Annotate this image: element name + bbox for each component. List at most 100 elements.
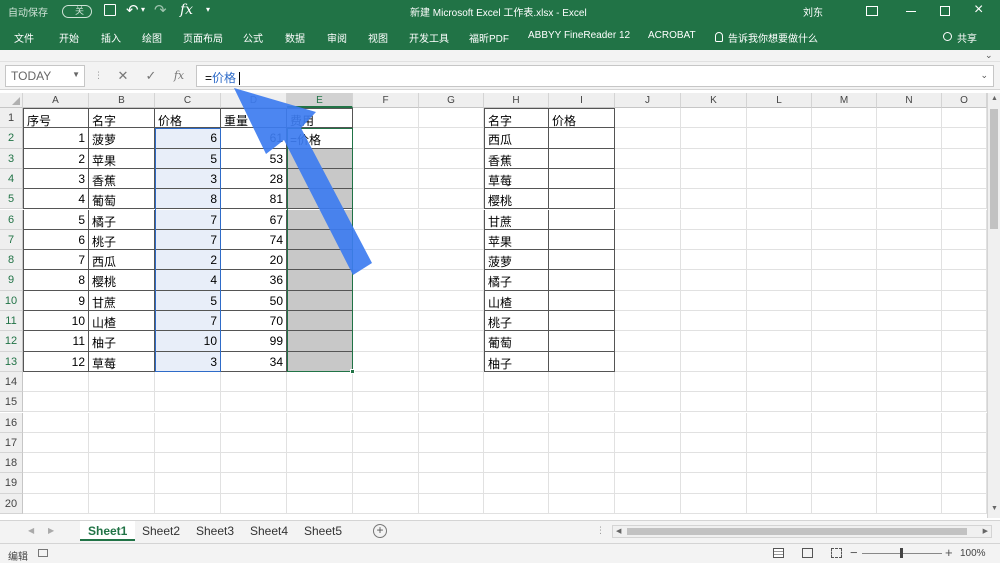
cell[interactable] bbox=[221, 493, 287, 514]
cell[interactable] bbox=[353, 311, 419, 332]
row-header[interactable]: 6 bbox=[0, 209, 23, 230]
cell[interactable] bbox=[681, 392, 747, 413]
cell[interactable]: 36 bbox=[221, 270, 287, 291]
page-break-view-icon[interactable] bbox=[831, 548, 842, 558]
cell[interactable] bbox=[812, 412, 877, 433]
fill-handle[interactable] bbox=[350, 368, 355, 374]
cell[interactable]: 甘蔗 bbox=[484, 209, 549, 230]
zoom-in-icon[interactable]: + bbox=[945, 545, 953, 560]
cell[interactable] bbox=[942, 209, 987, 230]
cell[interactable] bbox=[419, 473, 484, 494]
cell[interactable] bbox=[419, 209, 484, 230]
cell[interactable] bbox=[484, 473, 549, 494]
cell[interactable] bbox=[615, 371, 681, 393]
cell[interactable] bbox=[484, 371, 549, 393]
ribbon-display-icon[interactable] bbox=[866, 6, 878, 16]
cell[interactable] bbox=[942, 189, 987, 210]
share-button[interactable]: 共享 bbox=[957, 30, 977, 45]
close-icon[interactable]: × bbox=[974, 1, 983, 19]
cell[interactable] bbox=[747, 189, 812, 210]
cell[interactable] bbox=[353, 331, 419, 352]
cell[interactable] bbox=[812, 290, 877, 311]
zoom-slider-thumb[interactable] bbox=[900, 548, 903, 558]
cell[interactable] bbox=[681, 331, 747, 352]
cell[interactable] bbox=[221, 412, 287, 433]
cell[interactable]: 香蕉 bbox=[484, 148, 549, 169]
column-header-c[interactable]: C bbox=[155, 93, 221, 108]
cell[interactable] bbox=[681, 432, 747, 454]
cell[interactable] bbox=[812, 392, 877, 413]
next-sheet-icon[interactable]: ▶ bbox=[48, 526, 54, 535]
tab-review[interactable]: 审阅 bbox=[327, 30, 347, 45]
row-header[interactable]: 9 bbox=[0, 270, 23, 291]
cell[interactable] bbox=[221, 392, 287, 413]
cell[interactable] bbox=[877, 250, 942, 271]
scroll-left-icon[interactable]: ◀ bbox=[616, 527, 621, 535]
cell[interactable]: 53 bbox=[221, 148, 287, 169]
cell[interactable] bbox=[942, 108, 987, 129]
cell[interactable] bbox=[747, 412, 812, 433]
cell[interactable] bbox=[681, 148, 747, 169]
row-header[interactable]: 18 bbox=[0, 453, 23, 474]
cell[interactable] bbox=[549, 473, 615, 494]
cell[interactable] bbox=[353, 270, 419, 291]
cell[interactable] bbox=[419, 250, 484, 271]
cell[interactable] bbox=[681, 189, 747, 210]
cell[interactable] bbox=[812, 189, 877, 210]
enter-icon[interactable]: ✓ bbox=[142, 67, 160, 85]
row-header[interactable]: 10 bbox=[0, 290, 23, 311]
expand-formula-icon[interactable]: ⌄ bbox=[980, 70, 988, 81]
cell[interactable] bbox=[681, 168, 747, 190]
cell[interactable] bbox=[353, 108, 419, 129]
cell[interactable] bbox=[89, 493, 155, 514]
cell[interactable] bbox=[812, 493, 877, 514]
cell[interactable] bbox=[812, 229, 877, 251]
cell[interactable]: 67 bbox=[221, 209, 287, 230]
cell[interactable] bbox=[221, 473, 287, 494]
tab-foxit-pdf[interactable]: 福昕PDF bbox=[469, 30, 509, 45]
cell[interactable] bbox=[89, 371, 155, 393]
cell[interactable] bbox=[287, 473, 353, 494]
normal-view-icon[interactable] bbox=[773, 548, 784, 558]
cell[interactable] bbox=[353, 229, 419, 251]
tell-me-search[interactable]: 告诉我你想要做什么 bbox=[728, 30, 818, 45]
cell[interactable] bbox=[549, 168, 615, 190]
cell[interactable] bbox=[747, 290, 812, 311]
cell[interactable]: 桃子 bbox=[484, 311, 549, 332]
user-name[interactable]: 刘东 bbox=[803, 4, 823, 19]
cell[interactable] bbox=[155, 432, 221, 454]
header-cell[interactable]: 价格 bbox=[549, 108, 615, 129]
cell[interactable]: 香蕉 bbox=[89, 168, 155, 190]
cell[interactable] bbox=[419, 108, 484, 129]
cell[interactable] bbox=[353, 128, 419, 149]
vertical-scrollbar[interactable]: ▲ ▼ bbox=[987, 93, 1000, 518]
column-header-g[interactable]: G bbox=[419, 93, 484, 108]
row-header[interactable]: 5 bbox=[0, 189, 23, 210]
sheet-tab-sheet1[interactable]: Sheet1 bbox=[80, 521, 136, 541]
cell[interactable]: 菠萝 bbox=[484, 250, 549, 271]
cell[interactable]: 草莓 bbox=[89, 351, 155, 372]
cell[interactable]: 99 bbox=[221, 331, 287, 352]
row-header[interactable]: 13 bbox=[0, 351, 23, 372]
cell[interactable] bbox=[877, 453, 942, 474]
cell[interactable] bbox=[549, 351, 615, 372]
cell[interactable] bbox=[353, 412, 419, 433]
cell[interactable] bbox=[353, 148, 419, 169]
tab-abbyy[interactable]: ABBYY FineReader 12 bbox=[528, 30, 630, 41]
column-header-k[interactable]: K bbox=[681, 93, 747, 108]
header-cell[interactable]: 重量 bbox=[221, 108, 287, 129]
cell[interactable] bbox=[353, 392, 419, 413]
cell[interactable] bbox=[681, 311, 747, 332]
cell[interactable]: 1 bbox=[23, 128, 89, 149]
cell[interactable] bbox=[877, 168, 942, 190]
cell[interactable] bbox=[615, 108, 681, 129]
cell[interactable] bbox=[549, 128, 615, 149]
tab-page-layout[interactable]: 页面布局 bbox=[183, 30, 223, 45]
expand-ribbon-icon[interactable]: ⌄ bbox=[985, 50, 993, 61]
cell[interactable] bbox=[942, 371, 987, 393]
cell[interactable] bbox=[353, 493, 419, 514]
cell[interactable] bbox=[681, 412, 747, 433]
cell[interactable] bbox=[747, 128, 812, 149]
cell[interactable] bbox=[615, 331, 681, 352]
cell[interactable] bbox=[155, 412, 221, 433]
